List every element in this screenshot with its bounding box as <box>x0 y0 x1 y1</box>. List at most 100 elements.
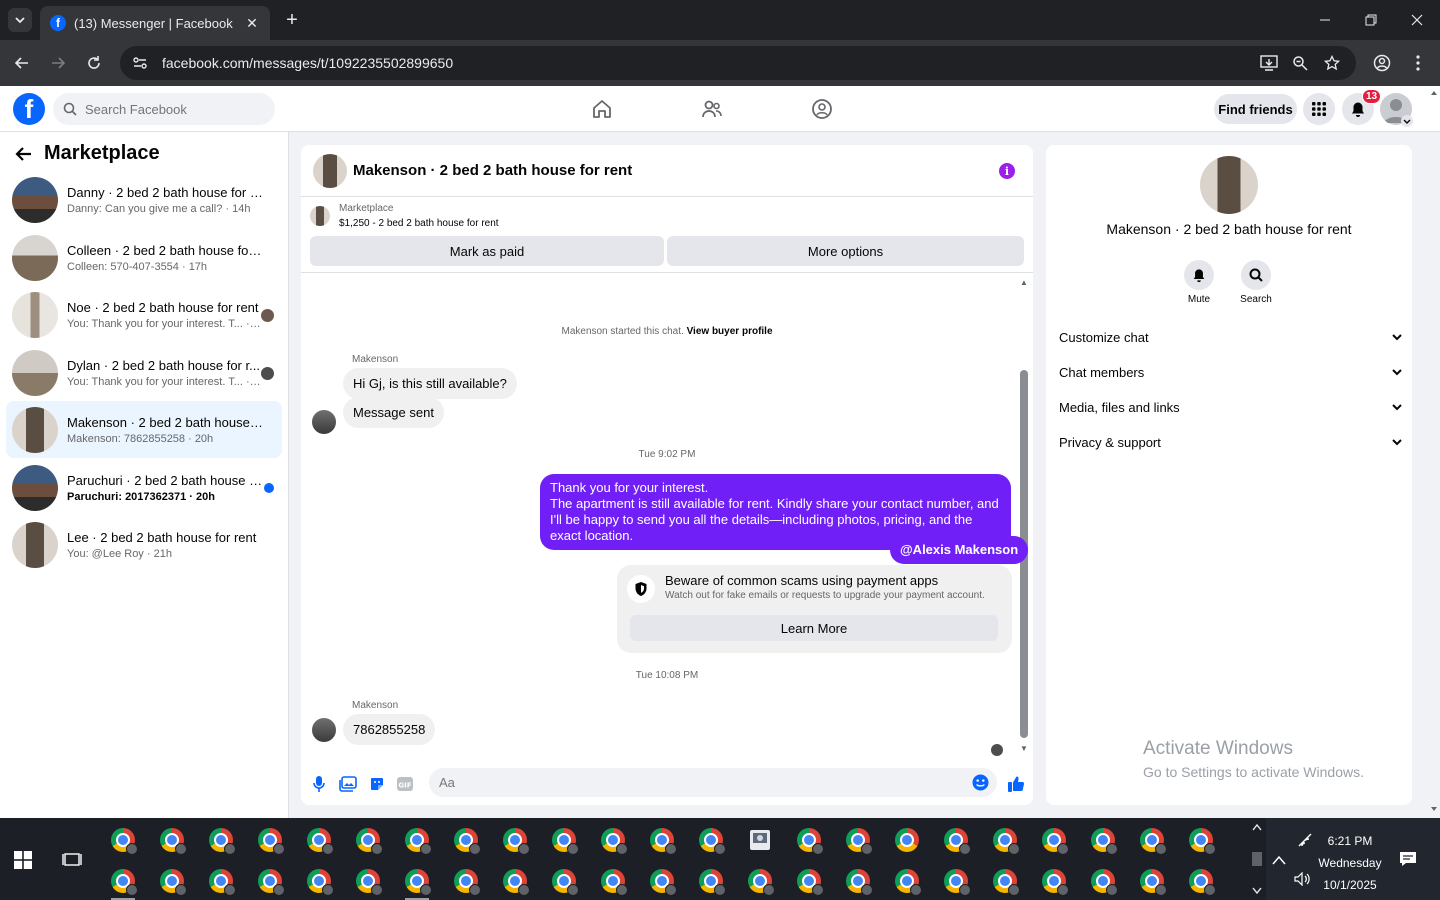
friends-nav-button[interactable] <box>699 96 725 122</box>
sender-avatar[interactable] <box>312 718 336 742</box>
taskbar-chrome-window[interactable] <box>935 821 977 859</box>
home-nav-button[interactable] <box>589 96 615 122</box>
groups-nav-button[interactable] <box>809 96 835 122</box>
close-window-button[interactable] <box>1407 10 1427 30</box>
bookmark-star-icon[interactable] <box>1323 54 1341 72</box>
taskbar-chrome-window[interactable] <box>690 862 732 900</box>
taskbar-chrome-window[interactable] <box>886 862 928 900</box>
chat-avatar[interactable] <box>313 153 347 188</box>
taskbar-chrome-window[interactable] <box>151 821 193 859</box>
taskbar-chrome-window[interactable] <box>298 821 340 859</box>
message-input-box[interactable] <box>429 768 997 797</box>
install-app-icon[interactable] <box>1260 54 1278 72</box>
more-options-button[interactable]: More options <box>667 236 1024 266</box>
taskbar-chrome-window[interactable] <box>788 862 830 900</box>
learn-more-button[interactable]: Learn More <box>630 615 998 641</box>
conversation-item[interactable]: Paruchuri · 2 bed 2 bath house f... Paruc… <box>6 459 282 516</box>
customize-chat-section[interactable]: Customize chat <box>1059 326 1403 348</box>
mark-as-paid-button[interactable]: Mark as paid <box>310 236 664 266</box>
sticker-button[interactable] <box>367 774 387 794</box>
conversation-item[interactable]: Noe · 2 bed 2 bath house for rent You: Th… <box>6 286 282 343</box>
windows-start-icon[interactable] <box>14 851 32 869</box>
taskbar-chrome-window[interactable] <box>641 862 683 900</box>
conversation-info-icon[interactable]: i <box>999 163 1015 179</box>
conversation-item[interactable]: Lee · 2 bed 2 bath house for rent You: @L… <box>6 516 282 573</box>
forward-button[interactable] <box>46 51 70 75</box>
site-settings-icon[interactable] <box>132 55 148 71</box>
outgoing-mention-message[interactable]: @Alexis Makenson <box>890 536 1029 564</box>
find-friends-button[interactable]: Find friends <box>1214 94 1297 124</box>
taskbar-chrome-window[interactable] <box>102 821 144 859</box>
message-input[interactable] <box>439 775 959 790</box>
browser-menu-button[interactable] <box>1406 51 1430 75</box>
gif-button[interactable]: GIF <box>395 774 415 794</box>
search-in-conversation-button[interactable]: Search <box>1231 260 1281 305</box>
browser-tab[interactable]: f (13) Messenger | Facebook ✕ <box>40 6 270 40</box>
send-like-button[interactable] <box>1006 774 1026 794</box>
tab-close-icon[interactable]: ✕ <box>244 15 260 31</box>
taskbar-chrome-window[interactable] <box>690 821 732 859</box>
taskbar-chrome-window[interactable] <box>445 821 487 859</box>
taskbar-chrome-window[interactable] <box>347 862 389 900</box>
incoming-message[interactable]: 7862855258 <box>343 714 436 745</box>
taskbar-chrome-window[interactable] <box>543 862 585 900</box>
view-buyer-profile-link[interactable]: View buyer profile <box>687 326 773 337</box>
attach-media-button[interactable] <box>338 774 358 794</box>
taskbar-scroll[interactable] <box>1250 818 1264 900</box>
taskbar-chrome-window[interactable] <box>1180 862 1222 900</box>
listing-thumbnail[interactable] <box>310 206 330 226</box>
taskbar-chrome-window[interactable] <box>494 862 536 900</box>
zoom-icon[interactable] <box>1291 54 1309 72</box>
profile-menu-button[interactable] <box>1370 51 1394 75</box>
url-text[interactable]: facebook.com/messages/t/1092235502899650 <box>162 55 453 71</box>
back-button[interactable] <box>10 51 34 75</box>
taskbar-chrome-window[interactable] <box>788 821 830 859</box>
taskbar-chrome-window[interactable] <box>396 862 438 900</box>
taskbar-chrome-window[interactable] <box>445 862 487 900</box>
taskbar-app-window[interactable] <box>739 821 781 859</box>
taskbar-chrome-window[interactable] <box>347 821 389 859</box>
chat-members-section[interactable]: Chat members <box>1059 361 1403 383</box>
show-hidden-icons-icon[interactable] <box>1272 855 1286 865</box>
taskbar-chrome-window[interactable] <box>298 862 340 900</box>
privacy-support-section[interactable]: Privacy & support <box>1059 431 1403 453</box>
address-bar[interactable]: facebook.com/messages/t/1092235502899650 <box>120 46 1356 80</box>
media-files-links-section[interactable]: Media, files and links <box>1059 396 1403 418</box>
taskbar-chrome-window[interactable] <box>249 821 291 859</box>
tab-search-button[interactable] <box>8 8 32 32</box>
mute-button[interactable]: Mute <box>1174 260 1224 305</box>
taskbar-chrome-window[interactable] <box>592 821 634 859</box>
task-view-icon[interactable] <box>62 850 82 870</box>
taskbar-chrome-window[interactable] <box>543 821 585 859</box>
system-clock[interactable]: 6:21 PM Wednesday 10/1/2025 <box>1310 830 1390 896</box>
scroll-down-arrow[interactable]: ▼ <box>1019 745 1029 753</box>
taskbar-chrome-window[interactable] <box>984 862 1026 900</box>
taskbar-chrome-window[interactable] <box>396 821 438 859</box>
scroll-up-arrow[interactable]: ▲ <box>1019 279 1029 287</box>
restore-button[interactable] <box>1361 10 1381 30</box>
back-arrow-icon[interactable] <box>14 144 34 164</box>
facebook-search[interactable] <box>53 93 275 125</box>
taskbar-chrome-window[interactable] <box>1082 821 1124 859</box>
taskbar-chrome-window[interactable] <box>249 862 291 900</box>
taskbar-chrome-window[interactable] <box>837 821 879 859</box>
incoming-message[interactable]: Message sent <box>343 397 444 428</box>
taskbar-chrome-window[interactable] <box>151 862 193 900</box>
page-scrollbar[interactable] <box>1428 88 1440 818</box>
taskbar-chrome-window[interactable] <box>494 821 536 859</box>
voice-clip-button[interactable] <box>309 774 329 794</box>
taskbar-chrome-window[interactable] <box>1131 821 1173 859</box>
notifications-center-icon[interactable] <box>1399 851 1417 867</box>
chat-title[interactable]: Makenson · 2 bed 2 bath house for rent <box>353 162 632 179</box>
emoji-icon[interactable] <box>972 774 989 791</box>
facebook-logo-icon[interactable]: f <box>13 93 45 125</box>
facebook-search-input[interactable] <box>85 101 265 117</box>
sender-avatar[interactable] <box>312 410 336 434</box>
minimize-button[interactable] <box>1315 10 1335 30</box>
taskbar-chrome-window[interactable] <box>739 862 781 900</box>
taskbar-chrome-window[interactable] <box>886 821 928 859</box>
conversation-item[interactable]: Dylan · 2 bed 2 bath house for r... You: … <box>6 344 282 401</box>
taskbar-chrome-window[interactable] <box>837 862 879 900</box>
conversation-item[interactable]: Colleen · 2 bed 2 bath house for re... Co… <box>6 229 282 286</box>
taskbar-chrome-window[interactable] <box>1082 862 1124 900</box>
